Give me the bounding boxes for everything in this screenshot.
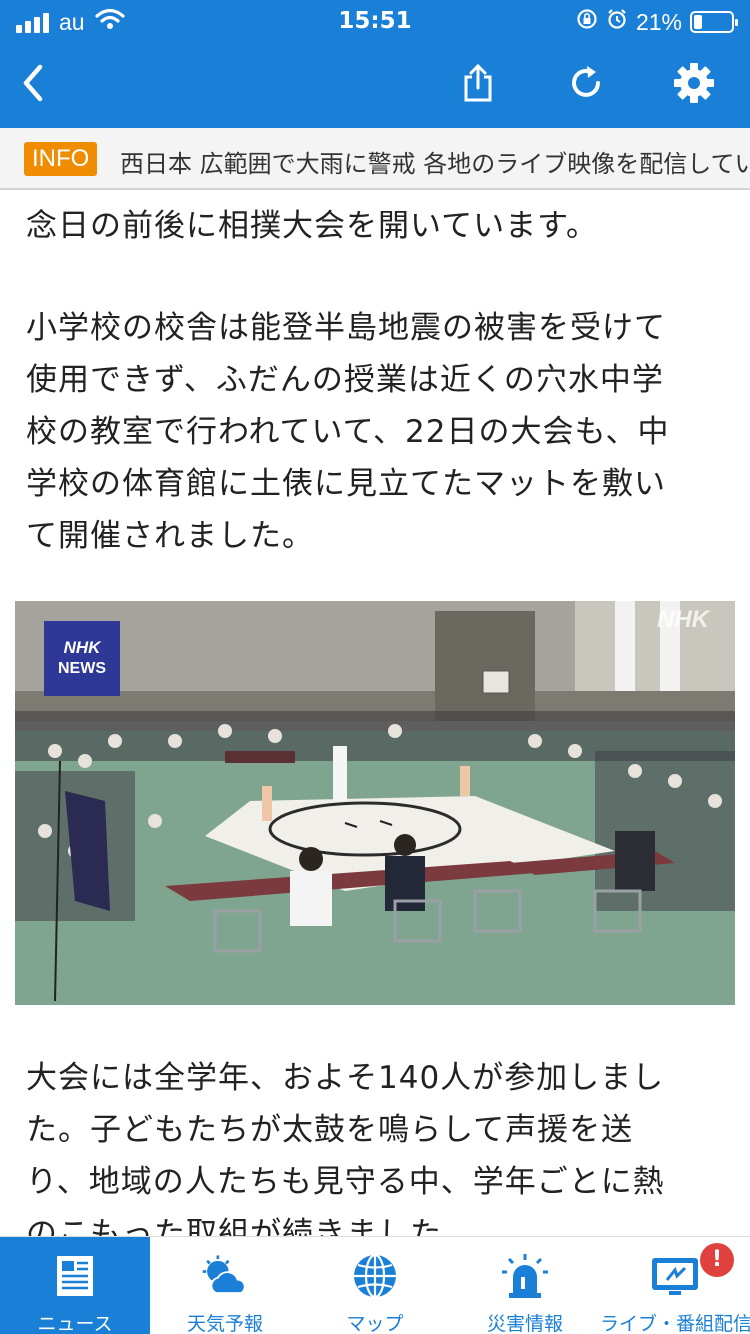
chevron-left-icon (18, 63, 48, 107)
article-photo[interactable]: NHK NEWS NHK (15, 601, 735, 1005)
nhk-logo-text: NHK (64, 638, 103, 657)
tab-label: ニュース (37, 1313, 113, 1334)
tab-label: 天気予報 (186, 1313, 263, 1334)
article-body: 念日の前後に相撲大会を開いています。 小学校の校舎は能登半島地震の被害を受けて … (0, 190, 750, 1236)
paragraph-line: 大会には全学年、およそ140人が参加しまし (26, 1060, 665, 1096)
nhk-watermark: NHK (657, 606, 711, 633)
tab-weather[interactable]: 天気予報 (150, 1237, 300, 1334)
newspaper-icon (50, 1251, 100, 1301)
tab-news[interactable]: ニュース (0, 1237, 150, 1334)
paragraph-line: 念日の前後に相撲大会を開いています。 (26, 208, 598, 244)
info-ticker[interactable]: INFO 西日本 広範囲で大雨に警戒 各地のライブ映像を配信してい (0, 128, 750, 190)
top-bar: au 15:51 21% (0, 0, 750, 128)
tab-label: ライブ・番組配信 (600, 1313, 750, 1334)
reload-button[interactable] (561, 60, 611, 110)
battery-percent: 21% (635, 8, 682, 35)
paragraph-line: 使用できず、ふだんの授業は近くの穴水中学 (26, 362, 664, 398)
share-icon (460, 63, 496, 107)
reload-icon (567, 64, 605, 106)
bottom-tab-bar: ニュース 天気予報 マップ 災害情報 ! ライブ・番組配信 (0, 1236, 750, 1334)
article-paragraph: 小学校の校舎は能登半島地震の被害を受けて 使用できず、ふだんの授業は近くの穴水中… (26, 302, 716, 562)
paragraph-line: のこもった取組が続きました。 (26, 1216, 474, 1236)
gear-icon (673, 62, 715, 108)
settings-button[interactable] (669, 60, 719, 110)
weather-icon (200, 1251, 250, 1301)
tab-live[interactable]: ! ライブ・番組配信 (600, 1237, 750, 1334)
back-button[interactable] (8, 60, 58, 110)
battery-icon (690, 11, 738, 33)
siren-icon (500, 1251, 550, 1301)
paragraph-line: り、地域の人たちも見守る中、学年ごとに熱 (26, 1164, 665, 1200)
paragraph-line: 校の教室で行われていて、22日の大会も、中 (26, 414, 670, 450)
paragraph-line: て開催されました。 (26, 518, 314, 554)
tab-disaster[interactable]: 災害情報 (450, 1237, 600, 1334)
tv-icon (650, 1251, 700, 1301)
nhk-news-logo (44, 621, 120, 696)
share-button[interactable] (453, 60, 503, 110)
paragraph-line: 小学校の校舎は能登半島地震の被害を受けて (26, 310, 666, 346)
paragraph-line: 学校の体育館に土俵に見立てたマットを敷い (26, 466, 666, 502)
tab-label: マップ (346, 1313, 404, 1334)
notification-badge: ! (700, 1243, 734, 1277)
article-paragraph: 大会には全学年、およそ140人が参加しまし た。子どもたちが太鼓を鳴らして声援を… (26, 1052, 716, 1236)
article-paragraph: 念日の前後に相撲大会を開いています。 (26, 200, 716, 252)
rotation-lock-icon (576, 8, 598, 36)
battery-level (694, 15, 702, 29)
info-badge: INFO (24, 142, 98, 176)
tab-map[interactable]: マップ (300, 1237, 450, 1334)
paragraph-line: た。子どもたちが太鼓を鳴らして声援を送 (26, 1112, 634, 1148)
news-logo-text: NEWS (58, 660, 106, 677)
globe-icon (350, 1251, 400, 1301)
info-ticker-text[interactable]: 西日本 広範囲で大雨に警戒 各地のライブ映像を配信してい (120, 144, 750, 179)
tab-label: 災害情報 (486, 1313, 563, 1334)
status-bar: au 15:51 21% (0, 0, 750, 44)
alarm-icon (606, 8, 628, 36)
